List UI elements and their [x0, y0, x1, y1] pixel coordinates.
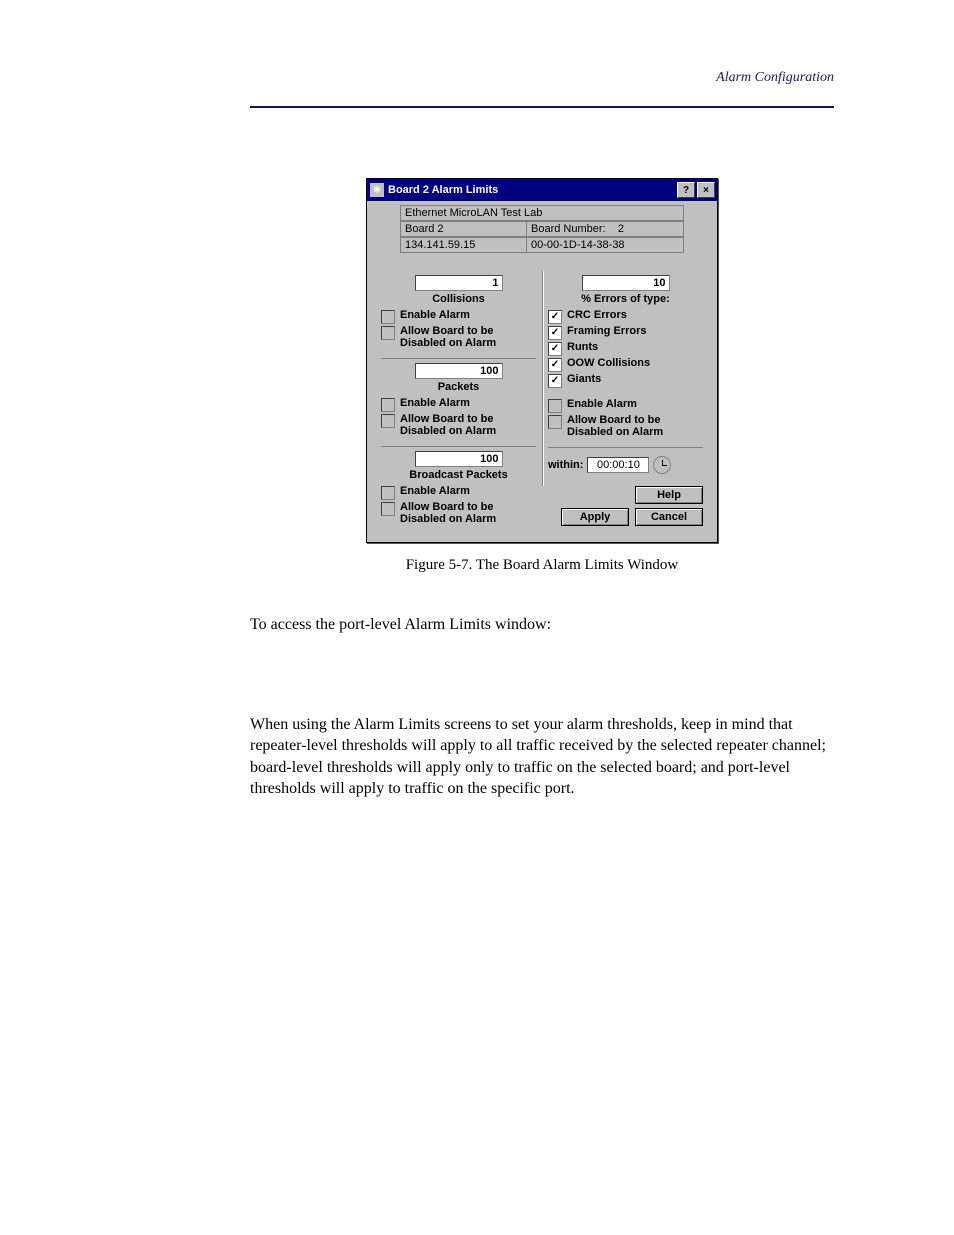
close-button[interactable]: ×	[697, 182, 715, 198]
packets-input[interactable]	[415, 363, 503, 379]
titlebar: ✳ Board 2 Alarm Limits ? ×	[367, 179, 717, 201]
collisions-label: Collisions	[381, 293, 536, 305]
checkbox-label: Allow Board to be Disabled on Alarm	[400, 413, 536, 437]
checkbox-label: Enable Alarm	[567, 398, 637, 410]
broadcast-enable-checkbox[interactable]: Enable Alarm	[381, 485, 536, 500]
within-input[interactable]	[587, 457, 649, 473]
checkbox-label: Giants	[567, 373, 601, 385]
checkbox-label: Runts	[567, 341, 598, 353]
runts-checkbox[interactable]: ✓ Runts	[548, 341, 703, 356]
checkbox-icon	[548, 415, 562, 429]
checkbox-label: Allow Board to be Disabled on Alarm	[400, 501, 536, 525]
checkbox-icon	[548, 399, 562, 413]
checkbox-label: Enable Alarm	[400, 309, 470, 321]
checkbox-label: Enable Alarm	[400, 485, 470, 497]
checkbox-icon	[381, 502, 395, 516]
info-mac: 00-00-1D-14-38-38	[526, 237, 684, 253]
errors-allow-checkbox[interactable]: Allow Board to be Disabled on Alarm	[548, 414, 703, 438]
packets-allow-checkbox[interactable]: Allow Board to be Disabled on Alarm	[381, 413, 536, 437]
page-header: Alarm Configuration	[250, 70, 834, 86]
help-button[interactable]: Help	[635, 486, 703, 504]
info-board-left: Board 2	[400, 221, 526, 237]
checkbox-icon	[381, 486, 395, 500]
clock-icon[interactable]	[653, 456, 671, 474]
oow-collisions-checkbox[interactable]: ✓ OOW Collisions	[548, 357, 703, 372]
crc-errors-checkbox[interactable]: ✓ CRC Errors	[548, 309, 703, 324]
checkbox-label: Enable Alarm	[400, 397, 470, 409]
broadcast-block: Broadcast Packets Enable Alarm Allow Boa…	[381, 447, 536, 534]
packets-block: Packets Enable Alarm Allow Board to be D…	[381, 359, 536, 447]
broadcast-label: Broadcast Packets	[381, 469, 536, 481]
giants-checkbox[interactable]: ✓ Giants	[548, 373, 703, 388]
figure-caption: Figure 5-7. The Board Alarm Limits Windo…	[250, 557, 834, 574]
apply-button[interactable]: Apply	[561, 508, 629, 526]
checkbox-icon: ✓	[548, 310, 562, 324]
window-title: Board 2 Alarm Limits	[388, 184, 675, 196]
broadcast-allow-checkbox[interactable]: Allow Board to be Disabled on Alarm	[381, 501, 536, 525]
errors-input[interactable]	[582, 275, 670, 291]
checkbox-icon	[381, 326, 395, 340]
errors-enable-checkbox[interactable]: Enable Alarm	[548, 398, 703, 413]
checkbox-icon: ✓	[548, 358, 562, 372]
checkbox-icon: ✓	[548, 374, 562, 388]
header-rule	[250, 106, 834, 108]
checkbox-label: OOW Collisions	[567, 357, 650, 369]
info-board-right-label: Board Number:	[531, 223, 606, 235]
column-divider	[542, 271, 544, 486]
app-icon: ✳	[370, 183, 384, 197]
collisions-allow-checkbox[interactable]: Allow Board to be Disabled on Alarm	[381, 325, 536, 349]
checkbox-icon	[381, 398, 395, 412]
broadcast-input[interactable]	[415, 451, 503, 467]
checkbox-label: Framing Errors	[567, 325, 646, 337]
dialog-figure: ✳ Board 2 Alarm Limits ? × Ethernet Micr…	[250, 178, 834, 543]
info-board-right: Board Number: 2	[526, 221, 684, 237]
checkbox-label: CRC Errors	[567, 309, 627, 321]
within-block: within: Help Apply Cancel	[548, 448, 703, 534]
checkbox-icon	[381, 310, 395, 324]
dialog-body: Collisions Enable Alarm Allow Board to b…	[367, 271, 717, 542]
info-ip: 134.141.59.15	[400, 237, 526, 253]
collisions-block: Collisions Enable Alarm Allow Board to b…	[381, 271, 536, 359]
cancel-button[interactable]: Cancel	[635, 508, 703, 526]
left-column: Collisions Enable Alarm Allow Board to b…	[375, 271, 542, 534]
checkbox-icon: ✓	[548, 342, 562, 356]
framing-errors-checkbox[interactable]: ✓ Framing Errors	[548, 325, 703, 340]
info-header: Ethernet MicroLAN Test Lab Board 2 Board…	[367, 201, 717, 271]
right-column: % Errors of type: ✓ CRC Errors ✓ Framing E…	[542, 271, 709, 534]
packets-label: Packets	[381, 381, 536, 393]
errors-label: % Errors of type:	[548, 293, 703, 305]
collisions-input[interactable]	[415, 275, 503, 291]
paragraph-access: To access the port-level Alarm Limits wi…	[250, 614, 834, 636]
checkbox-icon	[381, 414, 395, 428]
info-board-right-value: 2	[618, 223, 624, 235]
page: Alarm Configuration ✳ Board 2 Alarm Limi…	[0, 0, 954, 878]
context-help-button[interactable]: ?	[677, 182, 695, 198]
alarm-limits-dialog: ✳ Board 2 Alarm Limits ? × Ethernet Micr…	[366, 178, 718, 543]
paragraph-thresholds: When using the Alarm Limits screens to s…	[250, 714, 834, 800]
checkbox-label: Allow Board to be Disabled on Alarm	[567, 414, 703, 438]
within-label: within:	[548, 459, 583, 471]
packets-enable-checkbox[interactable]: Enable Alarm	[381, 397, 536, 412]
collisions-enable-checkbox[interactable]: Enable Alarm	[381, 309, 536, 324]
info-lab: Ethernet MicroLAN Test Lab	[400, 205, 684, 221]
errors-block: % Errors of type: ✓ CRC Errors ✓ Framing E…	[548, 271, 703, 448]
checkbox-label: Allow Board to be Disabled on Alarm	[400, 325, 536, 349]
checkbox-icon: ✓	[548, 326, 562, 340]
